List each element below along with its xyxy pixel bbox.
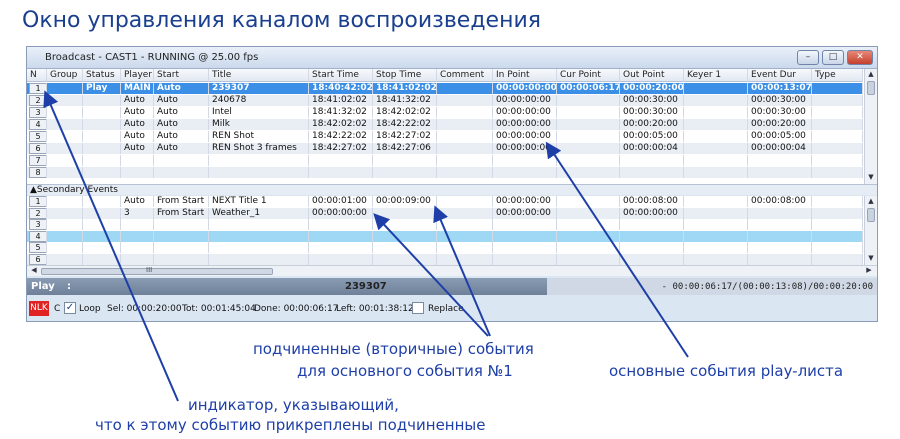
annotation-indicator-line1: индикатор, указывающий, [188,396,399,414]
annotation-indicator-line2: что к этому событию прикреплены подчинен… [95,416,486,434]
annotation-secondary-line1: подчиненные (вторичные) события [253,340,534,358]
indicator-arrow [43,90,179,402]
annotation-secondary-line2: для основного события №1 [297,362,513,380]
main-events-arrow [545,141,689,358]
secondary-arrow-1 [373,213,489,337]
secondary-arrow-2 [433,205,491,337]
annotation-main-events: основные события play-листа [609,362,844,380]
